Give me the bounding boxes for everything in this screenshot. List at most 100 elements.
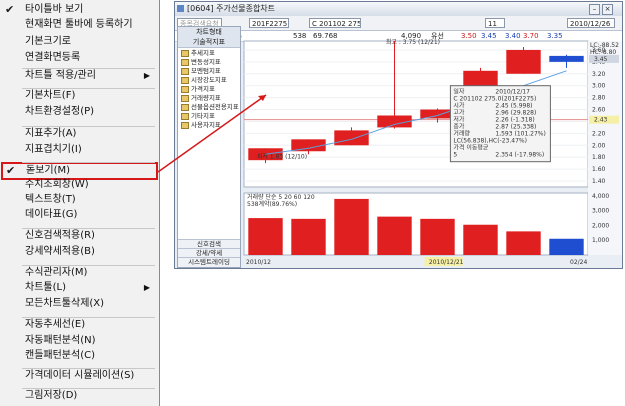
panel-bottom-button[interactable]: 시스템트레이딩 — [178, 257, 240, 267]
chart-area[interactable]: 3.603.403.203.002.802.602.402.202.001.80… — [242, 37, 622, 268]
menu-item[interactable]: 연결화면등록 — [0, 50, 158, 66]
folder-item[interactable]: 변동성지표 — [181, 58, 221, 67]
tooltip-value: 2.45 (5.998) — [495, 103, 532, 110]
folder-item[interactable]: 모멘텀지표 — [181, 67, 221, 76]
folder-label: 모멘텀지표 — [191, 67, 221, 75]
menu-item[interactable]: 강세약세적용(B) — [0, 244, 158, 260]
y-tick-label: 1.60 — [592, 166, 606, 173]
product-input[interactable]: C 201102 275.0 — [309, 18, 361, 28]
menu-item[interactable]: 기본차트(F) — [0, 88, 158, 104]
candle-body — [549, 55, 584, 62]
menu-item-label: 가격데이터 시뮬레이션(S) — [25, 370, 135, 381]
folder-item[interactable]: 추세지표 — [181, 49, 215, 58]
candle-body — [506, 49, 541, 74]
menu-item-label: 지표추가(A) — [25, 128, 77, 139]
menu-item-label: 기본차트(F) — [25, 90, 76, 101]
menu-separator — [22, 68, 155, 69]
folder-icon — [181, 112, 189, 120]
current-price-label: 3.45 — [594, 56, 608, 63]
menu-item[interactable]: 모든차트툴삭제(X) — [0, 296, 158, 312]
right-label: HC:-8.80 — [590, 49, 616, 56]
menu-item-label: 타이틀바 보기 — [25, 4, 84, 15]
y-tick-label: 2.00 — [592, 142, 606, 149]
volume-bar — [420, 218, 455, 255]
menu-item[interactable]: ✔ 타이틀바 보기 — [0, 2, 158, 18]
menu-item-label: 텍스트창(T) — [25, 194, 76, 205]
x-label: 2010/12/21 — [429, 259, 464, 266]
volume-bar — [549, 238, 584, 255]
menu-item-label: 캔들패턴분석(C) — [25, 350, 95, 361]
menu-item[interactable]: 차트환경설정(P) — [0, 104, 158, 120]
y-tick-label: 1.40 — [592, 178, 606, 185]
folder-item[interactable]: 사용자지표 — [181, 121, 221, 130]
volume-bar — [291, 218, 326, 255]
folder-icon — [181, 58, 189, 66]
folder-item[interactable]: 가격지표 — [181, 85, 215, 94]
folder-item[interactable]: 기타지표 — [181, 112, 215, 121]
folder-label: 기타지표 — [191, 112, 215, 120]
folder-label: 추세지표 — [191, 49, 215, 57]
high-annotation: 최고 : 3.75 (12/21) — [386, 38, 440, 46]
volume-tick-label: 4,000 — [592, 193, 609, 200]
y-tick-label: 2.80 — [592, 95, 606, 102]
menu-item-label: 돋보기(M) — [26, 165, 71, 176]
menu-separator — [22, 265, 155, 266]
menu-item[interactable]: 데이타표(G) — [0, 207, 158, 223]
tooltip-key: 일자 — [453, 88, 465, 96]
folder-item[interactable]: 거래량지표 — [181, 94, 221, 103]
close-icon[interactable]: × — [602, 4, 613, 15]
menu-item[interactable]: 차트툴(L) ▶ — [0, 280, 158, 296]
ref-label: 2.43 — [594, 117, 608, 124]
menu-item[interactable]: 신호검색적용(R) — [0, 228, 158, 244]
menu-item[interactable]: 그림저장(D) — [0, 388, 158, 404]
menu-item[interactable]: 수식관리자(M) — [0, 265, 158, 281]
count-input[interactable]: 11 — [485, 18, 505, 28]
menu-item[interactable]: 캔들패턴분석(C) — [0, 348, 158, 364]
tooltip-key: 거래량 — [453, 130, 470, 138]
menu-item[interactable]: 가격데이터 시뮬레이션(S) — [0, 368, 158, 384]
menu-separator — [22, 162, 155, 163]
folder-label: 사용자지표 — [191, 121, 221, 129]
tooltip-key: LC(56.838),HC(-23.47%) — [453, 138, 527, 145]
code-input[interactable]: 201F2275 — [249, 18, 289, 28]
panel-subheader[interactable]: 기술적지표 — [178, 37, 240, 48]
submenu-arrow-icon: ▶ — [143, 283, 150, 292]
tooltip-value: 2.87 (25.338) — [495, 124, 536, 131]
menu-item-label: 연결화면등록 — [25, 52, 81, 63]
folder-item[interactable]: 선물옵션전용지표 — [181, 103, 239, 112]
minimize-icon[interactable]: – — [589, 4, 600, 15]
menu-item[interactable]: 차트틀 적용/관리 ▶ — [0, 68, 158, 84]
menu-item[interactable]: 지표겹치기(I) — [0, 142, 158, 158]
menu-item[interactable]: 자동추세선(E) — [0, 317, 158, 333]
menu-item-label: 차트툴(L) — [25, 282, 66, 293]
menu-item-label: 강세약세적용(B) — [25, 246, 95, 257]
menu-item[interactable]: 수치조회창(W) — [0, 177, 158, 193]
menu-item[interactable]: 현재화면 툴바에 등록하기 — [0, 17, 158, 33]
submenu-arrow-icon: ▶ — [143, 71, 150, 80]
menu-item-label: 데이타표(G) — [25, 209, 78, 220]
volume-bar — [463, 224, 498, 255]
folder-item[interactable]: 시장강도지표 — [181, 76, 227, 85]
folder-icon — [181, 121, 189, 129]
menu-item-label: 기본크기로 — [25, 36, 71, 47]
menu-separator — [22, 126, 155, 127]
menu-item[interactable]: 지표추가(A) — [0, 126, 158, 142]
tooltip-value: 2.354 (-17.98%) — [495, 152, 544, 159]
folder-icon — [181, 94, 189, 102]
menu-item[interactable]: 자동패턴분석(N) — [0, 333, 158, 349]
y-tick-label: 3.00 — [592, 83, 606, 90]
tooltip-key: 종가 — [453, 123, 465, 131]
menu-item[interactable]: 기본크기로 — [0, 34, 158, 50]
tooltip-value: 2.26 (-1.318) — [495, 117, 534, 124]
menu-item-label: 차트틀 적용/관리 — [25, 70, 96, 81]
y-tick-label: 3.20 — [592, 71, 606, 78]
window-titlebar: [0604] 주가선물종합차트 – × — [175, 2, 622, 16]
menu-separator — [22, 228, 155, 229]
menu-item-label: 그림저장(D) — [25, 390, 78, 401]
menu-item-label: 차트환경설정(P) — [25, 106, 95, 117]
menu-item-label: 신호검색적용(R) — [25, 230, 95, 241]
tooltip-key: 가격 이동평균 — [453, 144, 489, 152]
folder-icon — [181, 85, 189, 93]
menu-item[interactable]: 텍스트창(T) — [0, 192, 158, 208]
date-input[interactable]: 2010/12/26 — [567, 18, 615, 28]
